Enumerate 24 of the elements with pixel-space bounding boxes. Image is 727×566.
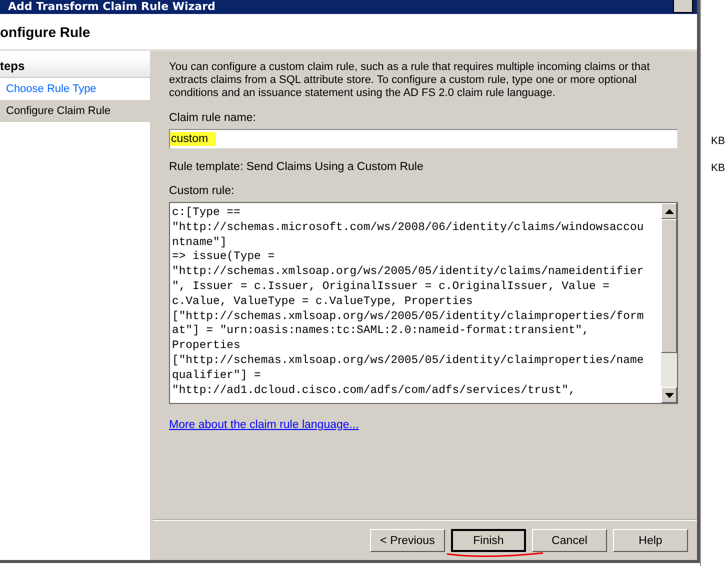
wizard-button[interactable]: Finish (451, 529, 526, 552)
scrollbar-thumb[interactable] (661, 219, 677, 353)
file-size: KB (710, 135, 725, 147)
wizard-button[interactable]: Help (613, 529, 688, 552)
down-arrow-icon (664, 392, 674, 398)
name-input-field[interactable]: custom (169, 129, 678, 149)
help-link[interactable]: More about the claim rule language... (169, 419, 359, 431)
file-size: KB (710, 162, 725, 174)
up-arrow-icon (664, 208, 674, 214)
window-title: Add Transform Claim Rule Wizard (8, 0, 216, 14)
field-label: Custom rule: (169, 185, 236, 197)
scrollbar[interactable] (661, 203, 677, 403)
page-title: onfigure Rule (0, 24, 90, 40)
steps-heading: teps (0, 55, 150, 78)
scroll-down-button[interactable] (661, 387, 677, 403)
scroll-up-button[interactable] (661, 203, 677, 219)
wizard-button[interactable]: < Previous (370, 529, 445, 552)
field-label: Claim rule name: (169, 112, 257, 124)
close-button[interactable] (673, 0, 693, 13)
intro-text: You can configure a custom claim rule, such as a rule that requires multiple incoming claims or that extracts claims from a SQL attribute store. To configure a custom rule, type one or more optional conditions and an issuance statement using the AD FS 2.0 claim rule language. (169, 61, 651, 100)
step-item[interactable]: Configure Claim Rule (0, 100, 150, 122)
wizard-button[interactable]: Cancel (532, 529, 607, 552)
step-item[interactable]: Choose Rule Type (0, 78, 150, 100)
template-text: Rule template: Send Claims Using a Custom Rule (169, 161, 424, 173)
